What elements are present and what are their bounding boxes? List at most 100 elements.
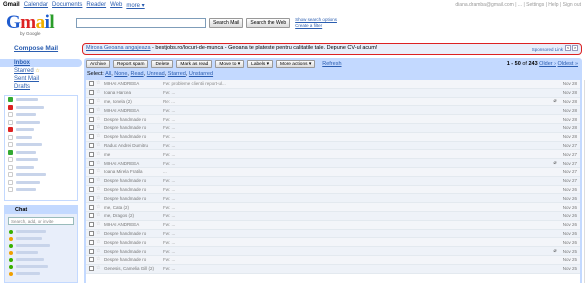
message-row[interactable]: ☆ Despre handmade ro Fw: ... Nov 28	[86, 132, 580, 142]
folder-drafts[interactable]: Drafts	[0, 83, 82, 91]
message-row[interactable]: ☆ Despre handmade ro Fw: ... Nov 26	[86, 229, 580, 239]
message-row[interactable]: ☆ Despre handmade ro Fw: ... ⌀ Nov 25	[86, 247, 580, 256]
message-checkbox[interactable]	[89, 151, 94, 157]
label-item[interactable]	[5, 134, 77, 142]
account-links[interactable]: diana.dramba@gmail.com | ... | Settings …	[455, 2, 581, 8]
star-icon[interactable]: ☆	[96, 125, 102, 130]
select-none-link[interactable]: None	[114, 71, 127, 77]
label-item[interactable]	[5, 164, 77, 172]
star-icon[interactable]: ☆	[96, 178, 102, 183]
label-item[interactable]	[5, 119, 77, 127]
message-row[interactable]: ☆ MIHAI ANDREEA Fw: probleme clientii repo…	[86, 80, 580, 89]
oldest-link[interactable]: Oldest »	[558, 61, 578, 67]
label-item[interactable]	[5, 149, 77, 157]
app-link-reader[interactable]: Reader	[86, 2, 106, 9]
chat-contact[interactable]	[5, 270, 77, 277]
message-checkbox[interactable]	[89, 125, 94, 131]
star-icon[interactable]: ☆	[96, 90, 102, 95]
archive-button[interactable]: Archive	[86, 60, 110, 68]
message-checkbox[interactable]	[89, 142, 94, 148]
star-icon[interactable]: ☆	[96, 142, 102, 148]
message-checkbox[interactable]	[89, 98, 94, 104]
app-link-gmail[interactable]: Gmail	[3, 2, 20, 9]
folder-sent-mail[interactable]: Sent Mail	[0, 75, 82, 83]
message-checkbox[interactable]	[89, 107, 94, 113]
gmail-logo[interactable]: Gmail by Google	[6, 13, 66, 41]
message-row[interactable]: ☆ me, Dragos (2) Fw: ... Nov 26	[86, 211, 580, 221]
create-filter-link[interactable]: Create a filter	[295, 23, 337, 29]
star-icon[interactable]: ☆	[96, 98, 102, 104]
message-row[interactable]: ☆ Despre handmade ro Fw: ... Nov 26	[86, 194, 580, 204]
message-row[interactable]: ☆ Despre handmade ro Fw: ... Nov 28	[86, 123, 580, 133]
message-row[interactable]: ☆ Despre handmade ro Fw: ... Nov 28	[86, 115, 580, 124]
label-item[interactable]	[5, 179, 77, 187]
message-checkbox[interactable]	[89, 134, 94, 140]
star-icon[interactable]: ☆	[96, 160, 102, 166]
message-row[interactable]: ☆ MIHAI ANDREEA Fw: ... Nov 28	[86, 106, 580, 116]
label-item[interactable]	[5, 171, 77, 179]
message-checkbox[interactable]	[89, 266, 94, 272]
message-row[interactable]: ☆ Genesis, Camelia Gill (2) Fw: ... Nov 25	[86, 264, 580, 274]
delete-button[interactable]: Delete	[151, 60, 174, 68]
chat-contact[interactable]	[5, 256, 77, 263]
ad-prev-button[interactable]: <	[565, 45, 571, 51]
chat-contact[interactable]	[5, 235, 77, 242]
select-unread-link[interactable]: Unread	[147, 71, 165, 77]
ad-link[interactable]: Mircea Geoana angajeaza	[86, 45, 151, 51]
more-actions-dropdown[interactable]: More actions ▾	[276, 60, 316, 68]
label-item[interactable]	[5, 141, 77, 149]
label-item[interactable]	[5, 186, 77, 194]
star-icon[interactable]: ☆	[96, 222, 102, 227]
message-checkbox[interactable]	[89, 222, 94, 228]
star-icon[interactable]: ☆	[96, 266, 102, 271]
mark-as-read-button[interactable]: Mark as read	[176, 60, 213, 68]
message-row[interactable]: ☆ me Fw: ... Nov 27	[86, 150, 580, 160]
star-icon[interactable]: ☆	[96, 213, 102, 218]
message-row[interactable]: ☆ me, Ionela (2) Re: ... ⌀ Nov 28	[86, 97, 580, 107]
message-row[interactable]: ☆ Despre handmade ro Fw: ... Nov 27	[86, 176, 580, 186]
chat-contact[interactable]	[5, 228, 77, 235]
select-starred-link[interactable]: Starred	[168, 71, 186, 77]
message-checkbox[interactable]	[89, 81, 94, 87]
search-input[interactable]	[76, 17, 206, 28]
app-link-documents[interactable]: Documents	[52, 2, 82, 9]
message-checkbox[interactable]	[89, 160, 94, 166]
label-item[interactable]	[5, 126, 77, 134]
star-icon[interactable]: ☆	[96, 186, 102, 192]
message-row[interactable]: ☆ me, Cata (2) Fw: ... Nov 26	[86, 203, 580, 212]
app-link-calendar[interactable]: Calendar	[24, 2, 48, 9]
star-icon[interactable]: ☆	[96, 134, 102, 139]
sponsored-link-label[interactable]: Sponsored Link	[532, 45, 563, 54]
report-spam-button[interactable]: Report spam	[113, 60, 149, 68]
chat-contact[interactable]	[5, 249, 77, 256]
message-row[interactable]: ☆ MIHAI ANDREEA Fw: ... Nov 26	[86, 220, 580, 230]
message-checkbox[interactable]	[89, 230, 94, 236]
message-checkbox[interactable]	[89, 257, 94, 263]
star-icon[interactable]: ☆	[96, 107, 102, 113]
message-checkbox[interactable]	[89, 178, 94, 184]
older-link[interactable]: Older ›	[539, 61, 556, 67]
chat-search-input[interactable]: Search, add, or invite	[8, 217, 74, 225]
message-checkbox[interactable]	[89, 186, 94, 192]
star-icon[interactable]: ☆	[96, 248, 102, 254]
star-icon[interactable]: ☆	[96, 81, 102, 86]
search-web-button[interactable]: Search the Web	[246, 17, 291, 28]
chat-contact[interactable]	[5, 242, 77, 249]
message-row[interactable]: ☆ Ioana Harcea Fw: ... Nov 28	[86, 88, 580, 98]
show-search-options-link[interactable]: Show search options	[295, 17, 337, 23]
star-icon[interactable]: ☆	[96, 151, 102, 157]
label-item[interactable]	[5, 111, 77, 119]
message-row[interactable]: ☆ Despre handmade ro Fw: ... Nov 26	[86, 238, 580, 248]
message-row[interactable]: ☆ MIHAI ANDREEA Fw: ... ⌀ Nov 27	[86, 159, 580, 168]
star-icon[interactable]: ☆	[96, 230, 102, 236]
message-row[interactable]: ☆ Despre handmade ro Fw: ... Nov 25	[86, 255, 580, 265]
message-checkbox[interactable]	[89, 90, 94, 96]
select-unstarred-link[interactable]: Unstarred	[189, 71, 213, 77]
star-icon[interactable]: ☆	[96, 169, 102, 174]
ad-next-button[interactable]: >	[572, 45, 578, 51]
message-row[interactable]: ☆ Raduc Andrei Dumitru Fw: ... Nov 27	[86, 141, 580, 151]
app-link-web[interactable]: Web	[110, 2, 122, 9]
message-row[interactable]: ☆ Ioana Mirela Fratila... Nov 27	[86, 167, 580, 177]
labels-dropdown[interactable]: Labels ▾	[247, 60, 274, 68]
search-mail-button[interactable]: Search Mail	[209, 17, 244, 28]
